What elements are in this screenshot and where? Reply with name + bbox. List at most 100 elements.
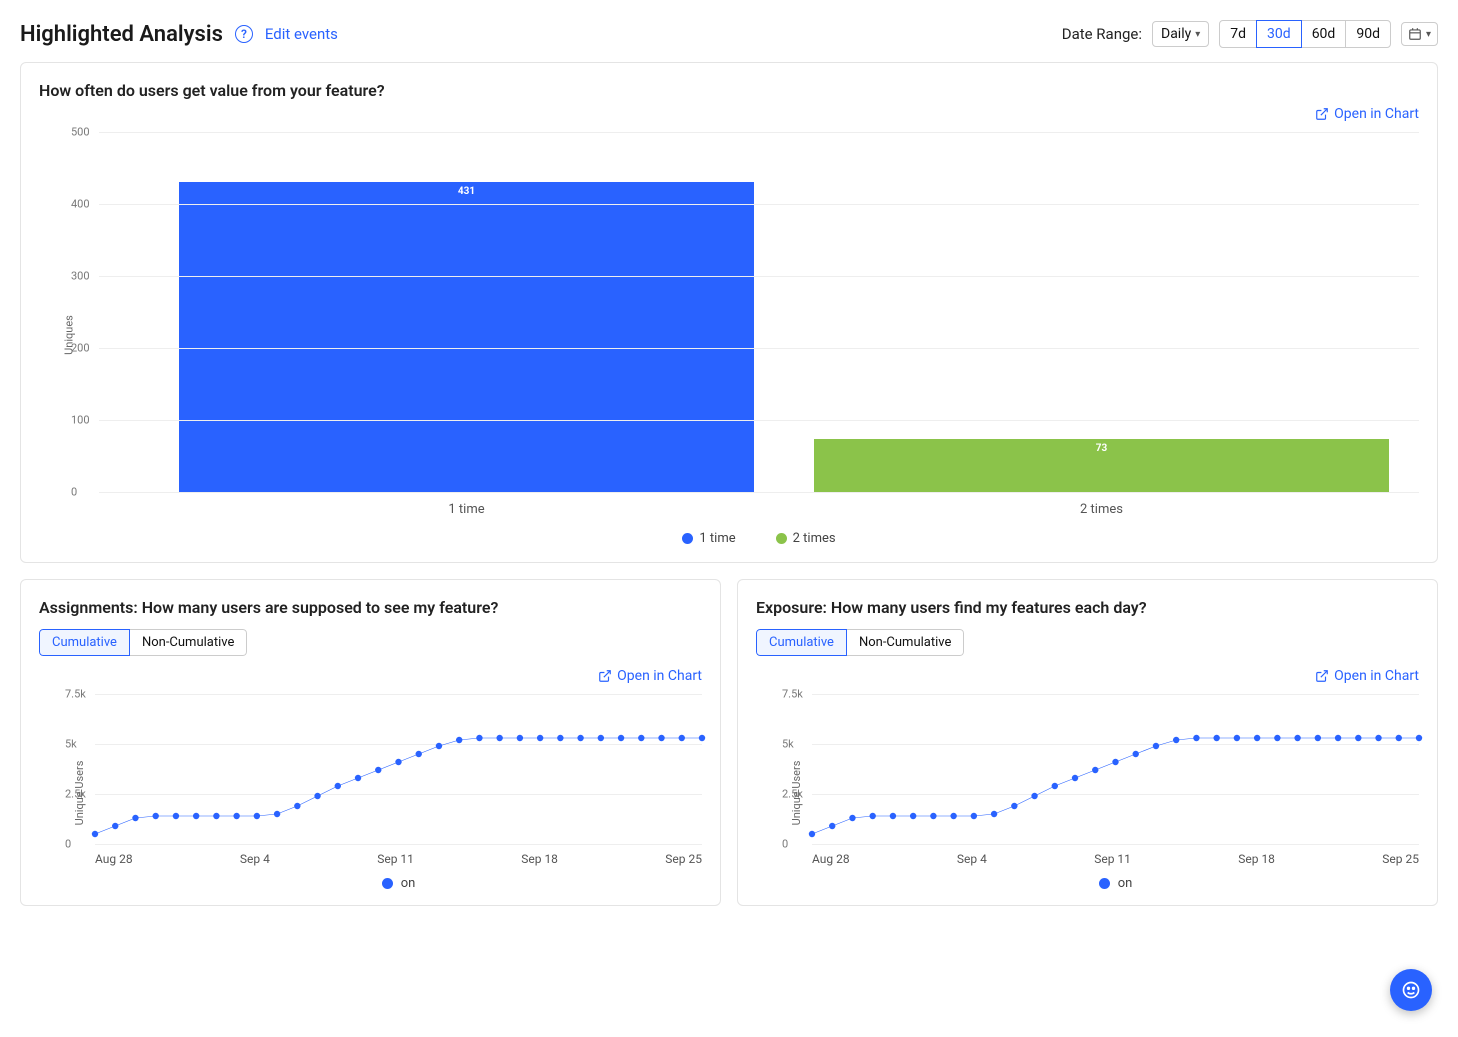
y-tick-label: 500: [71, 126, 90, 139]
data-point[interactable]: [699, 735, 705, 741]
data-point[interactable]: [416, 751, 422, 757]
exposure-card: Exposure: How many users find my feature…: [737, 579, 1438, 906]
bar-legend: 1 time 2 times: [99, 521, 1419, 548]
data-point[interactable]: [1315, 735, 1321, 741]
data-point[interactable]: [1375, 735, 1381, 741]
data-point[interactable]: [809, 831, 815, 837]
non-cumulative-button[interactable]: Non-Cumulative: [130, 629, 247, 656]
data-point[interactable]: [1416, 735, 1422, 741]
data-point[interactable]: [1274, 735, 1280, 741]
range-90d[interactable]: 90d: [1345, 20, 1391, 48]
data-point[interactable]: [1153, 743, 1159, 749]
help-icon[interactable]: ?: [235, 25, 253, 43]
data-point[interactable]: [577, 735, 583, 741]
data-point[interactable]: [930, 813, 936, 819]
data-point[interactable]: [496, 735, 502, 741]
data-point[interactable]: [870, 813, 876, 819]
data-point[interactable]: [890, 813, 896, 819]
data-point[interactable]: [849, 815, 855, 821]
data-point[interactable]: [1213, 735, 1219, 741]
y-tick-label: 5k: [782, 738, 794, 751]
header-left: Highlighted Analysis ? Edit events: [20, 22, 338, 47]
data-point[interactable]: [294, 803, 300, 809]
x-tick-label: Aug 28: [812, 852, 850, 866]
data-point[interactable]: [153, 813, 159, 819]
range-60d[interactable]: 60d: [1301, 20, 1347, 48]
chevron-down-icon: ▾: [1195, 29, 1200, 40]
open-in-chart-label: Open in Chart: [617, 668, 702, 684]
line-dots: [95, 694, 702, 844]
data-point[interactable]: [537, 735, 543, 741]
data-point[interactable]: [1193, 735, 1199, 741]
calendar-button[interactable]: ▾: [1401, 22, 1438, 46]
open-in-chart-link[interactable]: Open in Chart: [39, 668, 702, 684]
gridline: [99, 132, 1419, 133]
data-point[interactable]: [910, 813, 916, 819]
cumulative-button[interactable]: Cumulative: [756, 629, 847, 656]
data-point[interactable]: [193, 813, 199, 819]
data-point[interactable]: [1234, 735, 1240, 741]
open-in-chart-link[interactable]: Open in Chart: [756, 668, 1419, 684]
data-point[interactable]: [355, 775, 361, 781]
data-point[interactable]: [335, 783, 341, 789]
data-point[interactable]: [658, 735, 664, 741]
data-point[interactable]: [476, 735, 482, 741]
data-point[interactable]: [375, 767, 381, 773]
help-fab[interactable]: [1390, 969, 1432, 1011]
page-header: Highlighted Analysis ? Edit events Date …: [20, 20, 1438, 48]
data-point[interactable]: [1072, 775, 1078, 781]
data-point[interactable]: [1052, 783, 1058, 789]
data-point[interactable]: [829, 823, 835, 829]
data-point[interactable]: [1173, 737, 1179, 743]
data-point[interactable]: [1031, 793, 1037, 799]
assignments-card: Assignments: How many users are supposed…: [20, 579, 721, 906]
data-point[interactable]: [598, 735, 604, 741]
data-point[interactable]: [254, 813, 260, 819]
data-point[interactable]: [679, 735, 685, 741]
data-point[interactable]: [1355, 735, 1361, 741]
data-point[interactable]: [1396, 735, 1402, 741]
data-point[interactable]: [1112, 759, 1118, 765]
data-point[interactable]: [456, 737, 462, 743]
data-point[interactable]: [638, 735, 644, 741]
gridline: [99, 348, 1419, 349]
data-point[interactable]: [991, 811, 997, 817]
granularity-select[interactable]: Daily ▾: [1152, 21, 1209, 47]
data-point[interactable]: [92, 831, 98, 837]
data-point[interactable]: [1335, 735, 1341, 741]
data-point[interactable]: [1294, 735, 1300, 741]
cumulative-toggle: Cumulative Non-Cumulative: [39, 629, 247, 656]
data-point[interactable]: [132, 815, 138, 821]
data-point[interactable]: [274, 811, 280, 817]
data-point[interactable]: [436, 743, 442, 749]
range-7d[interactable]: 7d: [1219, 20, 1257, 48]
data-point[interactable]: [618, 735, 624, 741]
cumulative-button[interactable]: Cumulative: [39, 629, 130, 656]
data-point[interactable]: [173, 813, 179, 819]
bar-value-label: 431: [458, 186, 475, 197]
data-point[interactable]: [971, 813, 977, 819]
edit-events-link[interactable]: Edit events: [265, 25, 338, 43]
data-point[interactable]: [517, 735, 523, 741]
data-point[interactable]: [1133, 751, 1139, 757]
bar[interactable]: 73: [814, 439, 1389, 492]
data-point[interactable]: [950, 813, 956, 819]
data-point[interactable]: [557, 735, 563, 741]
data-point[interactable]: [233, 813, 239, 819]
data-point[interactable]: [395, 759, 401, 765]
data-point[interactable]: [112, 823, 118, 829]
data-point[interactable]: [213, 813, 219, 819]
data-point[interactable]: [1254, 735, 1260, 741]
y-tick-label: 0: [65, 838, 71, 851]
legend-label-1: 1 time: [699, 531, 735, 546]
non-cumulative-button[interactable]: Non-Cumulative: [847, 629, 964, 656]
x-tick-label: Sep 4: [957, 852, 987, 866]
bar[interactable]: 431: [179, 182, 754, 492]
granularity-value: Daily: [1161, 26, 1191, 42]
data-point[interactable]: [1092, 767, 1098, 773]
data-point[interactable]: [1011, 803, 1017, 809]
range-30d[interactable]: 30d: [1256, 20, 1302, 48]
data-point[interactable]: [314, 793, 320, 799]
legend-item-2: 2 times: [776, 531, 836, 546]
open-in-chart-link[interactable]: Open in Chart: [39, 106, 1419, 122]
